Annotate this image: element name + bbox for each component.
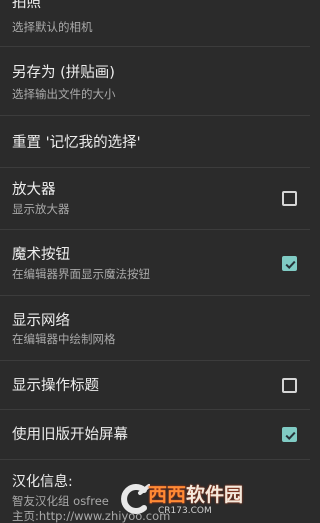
pref-show-grid-summary: 在编辑器中绘制网格 [12, 332, 116, 346]
pref-show-action-title[interactable]: 显示操作标题 [0, 361, 310, 410]
legacy-start-checkbox[interactable] [282, 427, 297, 442]
settings-screen: 拍照 选择默认的相机 另存为 (拼贴画) 选择输出文件的大小 重置 '记忆我的选… [0, 0, 310, 523]
pref-save-as[interactable]: 另存为 (拼贴画) 选择输出文件的大小 [0, 47, 310, 116]
pref-save-as-title: 另存为 (拼贴画) [12, 65, 115, 81]
translation-info-credit: 智友汉化组 osfree [12, 494, 109, 508]
translation-info-title: 汉化信息: [12, 474, 73, 490]
pref-magnifier-summary: 显示放大器 [12, 202, 70, 216]
pref-reset[interactable]: 重置 '记忆我的选择' [0, 116, 310, 168]
watermark-name: 西西软件园 [148, 484, 244, 506]
pref-magic-button[interactable]: 魔术按钮 在编辑器界面显示魔法按钮 [0, 230, 310, 296]
pref-camera-title: 拍照 [12, 0, 41, 11]
pref-magnifier-title: 放大器 [12, 182, 56, 198]
pref-camera-summary: 选择默认的相机 [12, 20, 93, 34]
watermark-url: CR173.COM [158, 506, 212, 516]
pref-magnifier[interactable]: 放大器 显示放大器 [0, 168, 310, 230]
watermark-logo-icon [121, 484, 150, 514]
pref-legacy-start-title: 使用旧版开始屏幕 [12, 427, 128, 443]
pref-show-grid[interactable]: 显示网络 在编辑器中绘制网格 [0, 296, 310, 361]
watermark: 西西软件园 CR173.COM [118, 481, 296, 519]
check-icon [285, 431, 296, 441]
pref-magic-button-title: 魔术按钮 [12, 247, 70, 263]
pref-camera[interactable]: 拍照 选择默认的相机 [0, 0, 310, 47]
show-action-title-checkbox[interactable] [282, 378, 297, 393]
pref-save-as-summary: 选择输出文件的大小 [12, 87, 116, 101]
pref-legacy-start[interactable]: 使用旧版开始屏幕 [0, 410, 310, 460]
pref-magic-button-summary: 在编辑器界面显示魔法按钮 [12, 267, 150, 281]
magic-button-checkbox[interactable] [282, 256, 297, 271]
pref-show-action-title-title: 显示操作标题 [12, 378, 99, 394]
pref-show-grid-title: 显示网络 [12, 313, 70, 329]
check-icon [285, 260, 296, 270]
magnifier-checkbox[interactable] [282, 191, 297, 206]
pref-reset-title: 重置 '记忆我的选择' [12, 135, 141, 151]
